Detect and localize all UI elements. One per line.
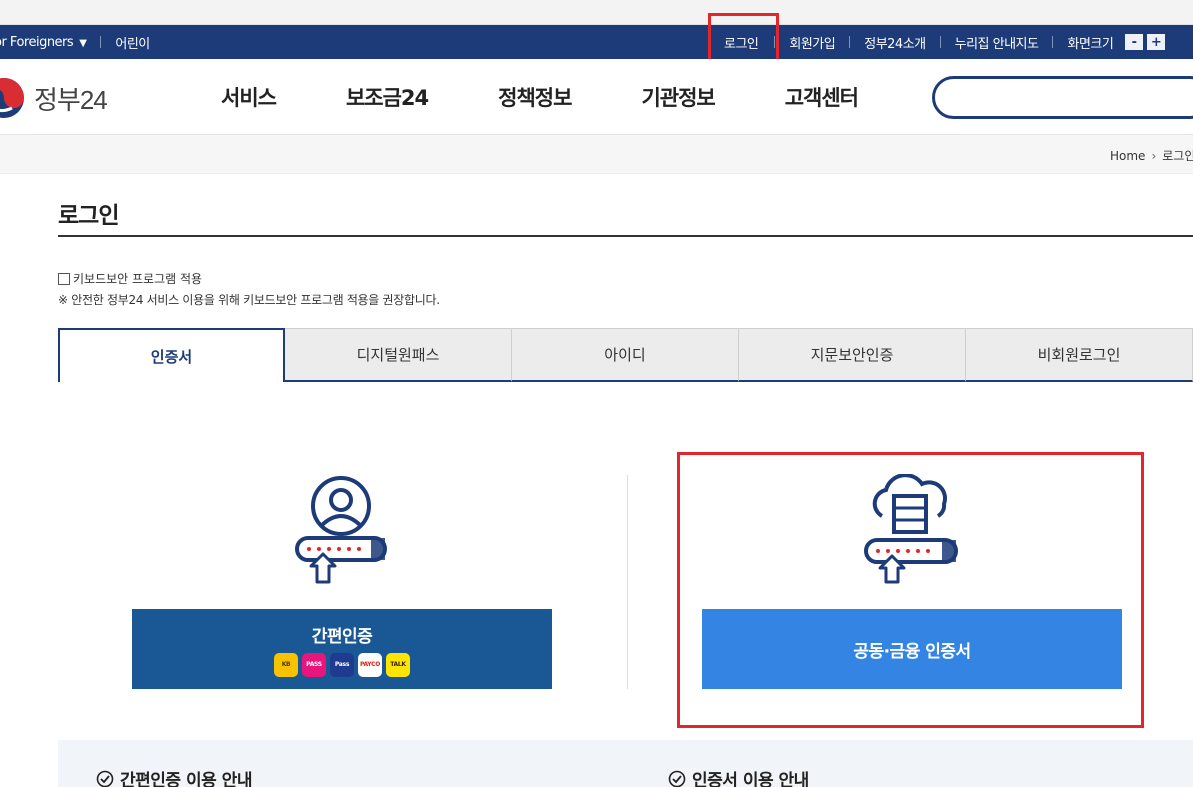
- simple-auth-button[interactable]: 간편인증 KB PASS Pass PAYCO TALK: [132, 609, 552, 689]
- tab-certificate[interactable]: 인증서: [58, 328, 285, 382]
- search-input[interactable]: [932, 76, 1193, 119]
- nav-customer-center[interactable]: 고객센터: [750, 82, 893, 112]
- cloud-certificate-icon: [864, 474, 958, 584]
- separator: [100, 36, 102, 48]
- cert-button-label: 공동·금융 인증서: [853, 641, 971, 662]
- nav-policy-info[interactable]: 정책정보: [463, 82, 606, 112]
- tab-non-member[interactable]: 비회원로그인: [966, 328, 1193, 382]
- cert-guide-title: 인증서 이용 안내: [692, 771, 809, 787]
- provider-badge-talk-4: TALK: [386, 652, 410, 677]
- tab-digital-onepass[interactable]: 디지털원패스: [285, 328, 512, 382]
- keyboard-security-note: ※ 안전한 정부24 서비스 이용을 위해 키보드보안 프로그램 적용을 권장합…: [58, 293, 440, 307]
- nav-subsidy24[interactable]: 보조금24: [311, 82, 463, 112]
- signup-link[interactable]: 회원가입: [789, 33, 835, 52]
- about-link[interactable]: 정부24소개: [864, 33, 926, 52]
- keyboard-security-checkbox[interactable]: [58, 272, 70, 285]
- tab-fingerprint[interactable]: 지문보안인증: [739, 328, 966, 382]
- top-utility-bar: or Foreigners ▼ 어린이 로그인 회원가입 정부24소개 누리집 안…: [0, 25, 1193, 59]
- separator: [939, 36, 941, 48]
- breadcrumb: Home › 로그인: [1110, 147, 1193, 164]
- cert-guide: 인증서 이용 안내: [668, 766, 809, 787]
- breadcrumb-band: Home › 로그인: [0, 135, 1193, 174]
- kids-link[interactable]: 어린이: [115, 33, 150, 52]
- nav-agency-info[interactable]: 기관정보: [606, 82, 749, 112]
- provider-badge-kb-0: KB: [274, 652, 298, 677]
- logo-text: 정부24: [34, 84, 108, 115]
- user-login-icon: [295, 476, 387, 584]
- separator: [1052, 36, 1054, 48]
- site-header: 정부24 서비스 보조금24 정책정보 기관정보 고객센터: [0, 59, 1193, 135]
- taegeuk-icon: [0, 78, 24, 118]
- panel-divider: [627, 475, 628, 689]
- check-circle-icon: [668, 770, 686, 787]
- login-link[interactable]: 로그인: [712, 33, 770, 52]
- for-foreigners-link[interactable]: or Foreigners ▼: [0, 35, 87, 50]
- login-tabs: 인증서 디지털원패스 아이디 지문보안인증 비회원로그인: [58, 328, 1193, 382]
- zoom-label: 화면크기: [1067, 36, 1114, 52]
- main-nav: 서비스 보조금24 정책정보 기관정보 고객센터: [186, 59, 893, 135]
- breadcrumb-home[interactable]: Home: [1110, 149, 1145, 163]
- provider-badges: KB PASS Pass PAYCO TALK: [272, 652, 412, 677]
- nav-services[interactable]: 서비스: [186, 82, 311, 112]
- gov24-logo[interactable]: 정부24: [0, 76, 108, 120]
- keyboard-security-label[interactable]: 키보드보안 프로그램 적용: [73, 270, 202, 287]
- simple-auth-label: 간편인증: [311, 626, 373, 647]
- page-title: 로그인: [58, 203, 119, 229]
- provider-badge-pass-1: PASS: [302, 652, 326, 677]
- tab-id[interactable]: 아이디: [512, 328, 739, 382]
- chevron-right-icon: ›: [1151, 148, 1157, 163]
- title-divider: [58, 235, 1193, 237]
- browser-strip: [0, 0, 1193, 25]
- caret-down-icon: ▼: [79, 37, 87, 49]
- sitemap-link[interactable]: 누리집 안내지도: [955, 33, 1039, 52]
- zoom-in-button[interactable]: +: [1147, 34, 1166, 50]
- provider-badge-payco-3: PAYCO: [358, 652, 382, 677]
- simple-auth-guide: 간편인증 이용 안내: [96, 766, 252, 787]
- joint-financial-certificate-button[interactable]: 공동·금융 인증서: [702, 609, 1122, 689]
- simple-auth-guide-title: 간편인증 이용 안내: [120, 771, 252, 787]
- guide-section: 간편인증 이용 안내 인증서 이용 안내: [58, 740, 1193, 787]
- provider-badge-pass-2: Pass: [330, 652, 354, 677]
- separator: [774, 36, 776, 48]
- separator: [849, 36, 851, 48]
- check-circle-icon: [96, 770, 114, 787]
- zoom-out-button[interactable]: -: [1125, 34, 1144, 50]
- breadcrumb-current: 로그인: [1162, 149, 1193, 163]
- keyboard-security-option: 키보드보안 프로그램 적용: [58, 270, 202, 287]
